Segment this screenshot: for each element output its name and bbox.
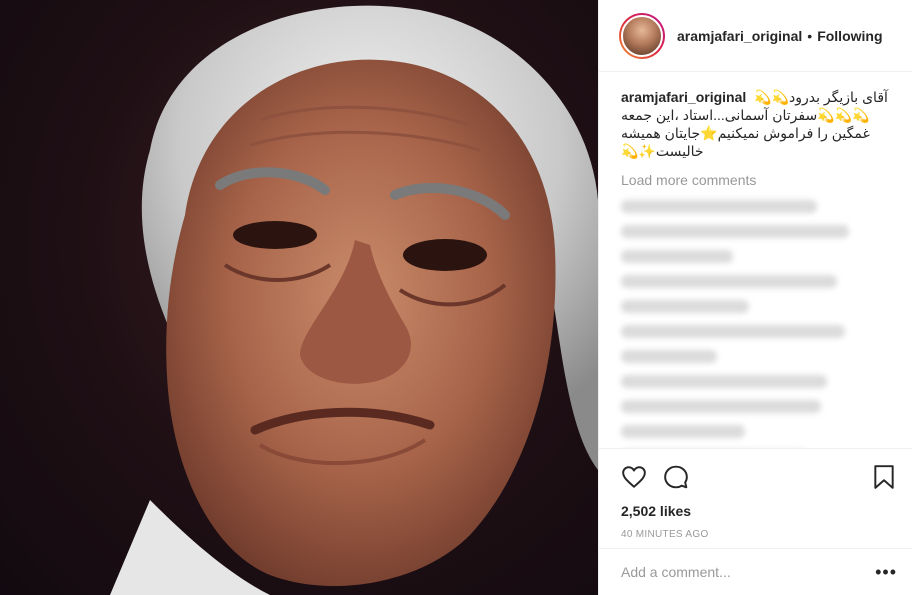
blurred-comments-list xyxy=(621,200,890,448)
comments-section: aramjafari_original آقای بازیگر بدرود💫💫💫… xyxy=(599,72,912,448)
comment-composer: ••• xyxy=(599,548,912,595)
post-photo[interactable] xyxy=(0,0,598,595)
bookmark-icon[interactable] xyxy=(871,464,897,490)
header-username[interactable]: aramjafari_original xyxy=(677,28,802,44)
load-more-comments-link[interactable]: Load more comments xyxy=(621,172,890,188)
action-icons xyxy=(621,461,897,493)
add-comment-input[interactable] xyxy=(621,564,876,580)
likes-count[interactable]: 2,502 likes xyxy=(621,503,897,519)
list-item xyxy=(621,225,849,238)
list-item xyxy=(621,275,837,288)
post-sidebar: aramjafari_original • Following aramjafa… xyxy=(598,0,912,595)
comment-icon[interactable] xyxy=(663,464,689,490)
more-options-icon[interactable]: ••• xyxy=(875,562,897,583)
list-item xyxy=(621,400,821,413)
heart-icon[interactable] xyxy=(621,464,647,490)
post-header: aramjafari_original • Following xyxy=(599,0,912,72)
instagram-post: aramjafari_original • Following aramjafa… xyxy=(0,0,912,595)
caption: aramjafari_original آقای بازیگر بدرود💫💫💫… xyxy=(621,88,890,160)
list-item xyxy=(621,250,733,263)
list-item xyxy=(621,200,817,213)
list-item xyxy=(621,425,745,438)
avatar[interactable] xyxy=(619,12,665,59)
list-item xyxy=(621,350,717,363)
post-timestamp: 40 MINUTES AGO xyxy=(621,529,709,540)
portrait-image xyxy=(110,5,598,595)
list-item xyxy=(621,300,749,313)
caption-username[interactable]: aramjafari_original xyxy=(621,89,746,105)
following-button[interactable]: Following xyxy=(817,28,882,44)
post-actions: 2,502 likes 40 MINUTES AGO xyxy=(599,448,912,540)
header-separator: • xyxy=(807,27,813,44)
list-item xyxy=(621,325,845,338)
list-item xyxy=(621,375,827,388)
